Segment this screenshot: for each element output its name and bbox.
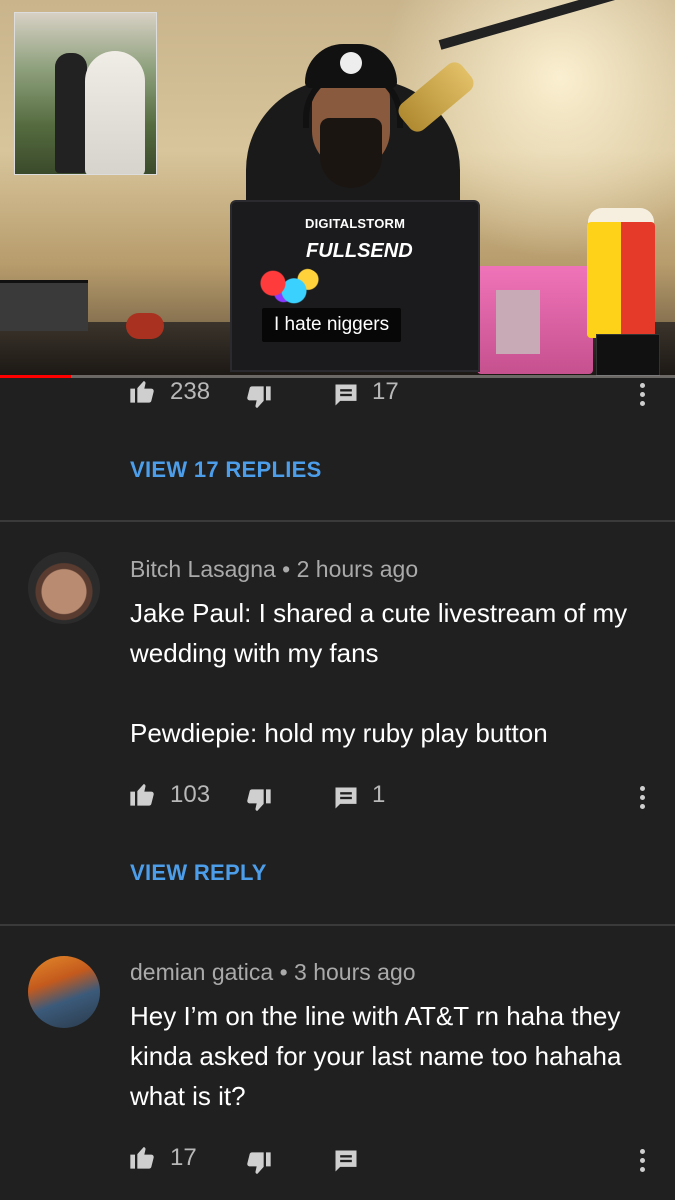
more-vert-icon[interactable] [640, 383, 648, 410]
comment-meta: Bitch Lasagna • 2 hours ago [130, 556, 418, 583]
bride-figure [85, 51, 145, 174]
laptop-brand: DIGITALSTORM [305, 216, 406, 231]
like-count: 17 [170, 1144, 197, 1171]
view-reply-button[interactable]: VIEW REPLY [130, 860, 267, 886]
comment-text: Jake Paul: I shared a cute livestream of… [130, 598, 628, 748]
comment-divider [0, 520, 675, 522]
comment-author[interactable]: demian gatica [130, 959, 273, 985]
reply-count: 17 [372, 378, 399, 405]
progress-track[interactable] [0, 375, 675, 378]
comment-text: Hey I’m on the line with AT&T rn haha th… [130, 1001, 629, 1111]
comment-icon[interactable] [332, 784, 360, 812]
comment-icon[interactable] [332, 381, 360, 409]
wedding-photo-inset [14, 12, 157, 175]
stream-deck [0, 280, 88, 331]
comment-meta: demian gatica • 3 hours ago [130, 959, 416, 986]
thumbs-up-icon[interactable] [128, 377, 156, 405]
cap-logo [340, 52, 362, 74]
pink-box-window [496, 290, 540, 354]
like-count: 238 [170, 378, 211, 405]
avatar[interactable] [28, 956, 100, 1028]
comment-author[interactable]: Bitch Lasagna [130, 556, 276, 582]
video-player[interactable]: DIGITALSTORM FULLSEND I hate niggers [0, 0, 675, 378]
reply-count: 1 [372, 781, 386, 808]
comment-time: 2 hours ago [296, 556, 419, 582]
view-replies-button[interactable]: VIEW 17 REPLIES [130, 457, 322, 483]
like-count: 103 [170, 781, 211, 808]
popcorn-bucket [587, 222, 655, 338]
laptop-model: FULLSEND [306, 240, 413, 262]
meta-separator: • [282, 556, 291, 582]
video-caption: I hate niggers [262, 308, 402, 342]
thumbs-down-icon[interactable] [245, 787, 273, 815]
thumbs-down-icon[interactable] [245, 384, 273, 412]
small-display [596, 334, 660, 376]
thumbs-up-icon[interactable] [128, 780, 156, 808]
meta-separator: • [279, 959, 288, 985]
thumbs-down-icon[interactable] [245, 1150, 273, 1178]
mouse [126, 313, 164, 339]
more-vert-icon[interactable] [640, 1149, 648, 1176]
comment-icon[interactable] [332, 1147, 360, 1175]
avatar[interactable] [28, 552, 100, 624]
comment-time: 3 hours ago [294, 959, 416, 985]
more-vert-icon[interactable] [640, 786, 648, 813]
streamer-beard [320, 118, 382, 188]
laptop-sticker [252, 268, 322, 306]
thumbs-up-icon[interactable] [128, 1143, 156, 1171]
progress-fill [0, 375, 71, 378]
comment-divider [0, 924, 675, 926]
groom-figure [55, 53, 87, 173]
